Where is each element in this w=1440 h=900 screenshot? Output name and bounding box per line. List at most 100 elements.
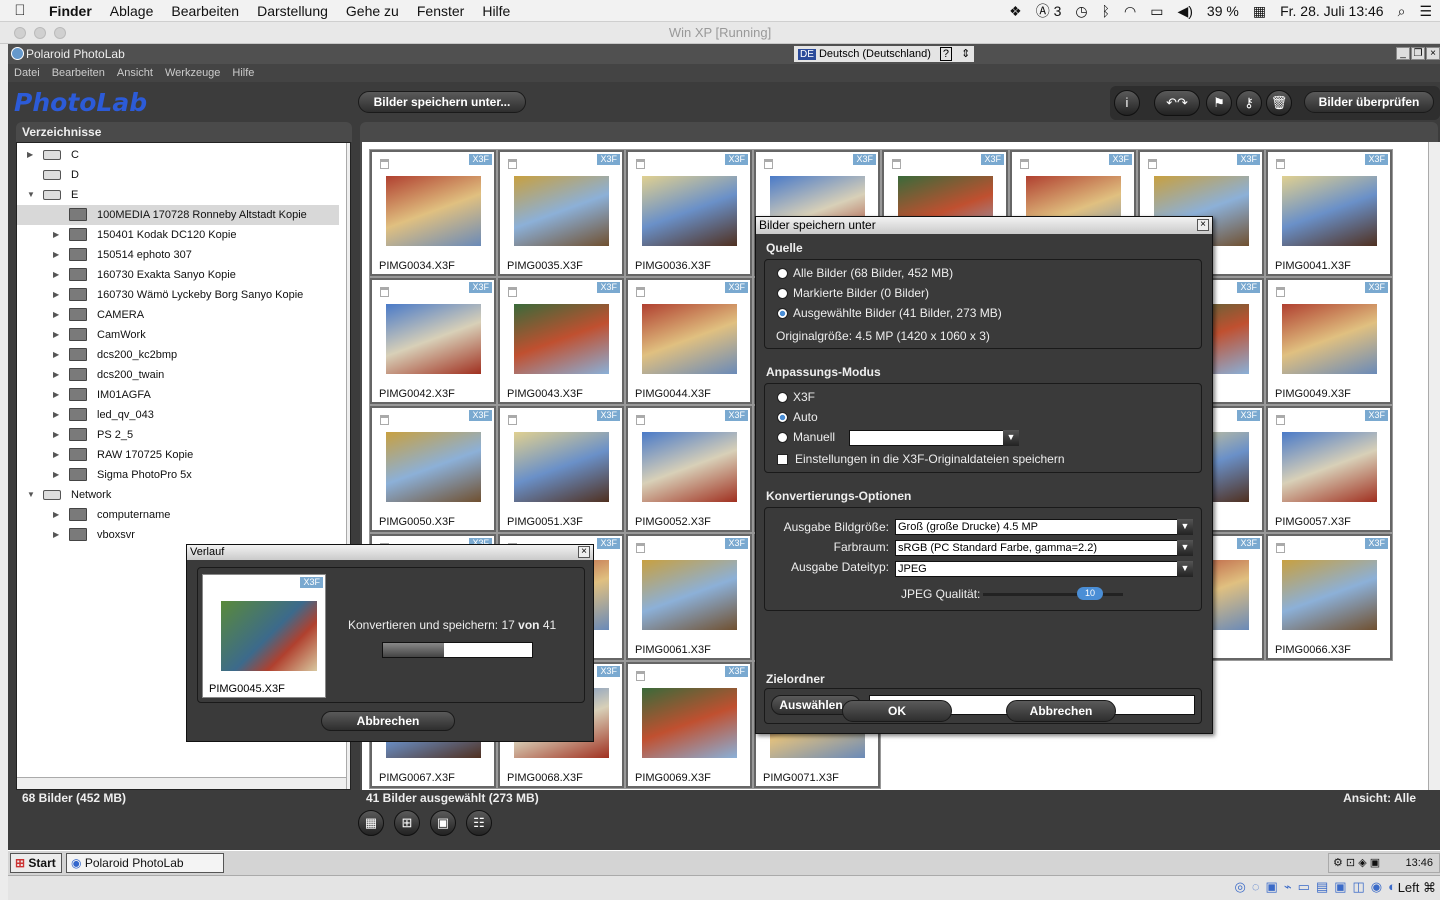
thumbnail[interactable]: X3F PIMG0035.X3F [497, 149, 625, 277]
tree-item[interactable]: ▶ 150401 Kodak DC120 Kopie [17, 225, 339, 245]
tree-item[interactable]: 100MEDIA 170728 Ronneby Altstadt Kopie [17, 205, 339, 225]
detail-view-icon[interactable]: ☷ [466, 810, 492, 836]
minimize-window-button[interactable] [34, 27, 46, 39]
expand-arrow-icon[interactable]: ▶ [27, 145, 37, 165]
mark-icon[interactable] [1276, 543, 1285, 553]
tray-clock[interactable]: 13:46 [1405, 854, 1433, 872]
tree-item[interactable]: ▶ 150514 ephoto 307 [17, 245, 339, 265]
expand-arrow-icon[interactable]: ▶ [53, 465, 63, 485]
dialog-close-icon[interactable]: × [1197, 219, 1209, 231]
expand-arrow-icon[interactable]: ▶ [53, 405, 63, 425]
taskbar-app-button[interactable]: ◉ Polaroid PhotoLab [66, 853, 224, 873]
mark-icon[interactable] [636, 671, 645, 681]
thumbnail[interactable]: X3F PIMG0034.X3F [369, 149, 497, 277]
tree-item[interactable]: ▶ dcs200_kc2bmp [17, 345, 339, 365]
vbox-device-icons[interactable]: ◎◌▣⌁▭▤▣◫◉◐ [1234, 879, 1402, 895]
menu-datei[interactable]: Datei [8, 67, 46, 79]
menu-hilfe[interactable]: Hilfe [473, 3, 519, 19]
tree-item[interactable]: ▶ PS 2_5 [17, 425, 339, 445]
info-icon[interactable]: i [1114, 90, 1140, 116]
mark-icon[interactable] [1148, 159, 1157, 169]
tree-item[interactable]: ▶ C [17, 145, 339, 165]
tree-item[interactable]: ▶ vboxsvr [17, 525, 339, 545]
thumbnail[interactable]: X3F PIMG0043.X3F [497, 277, 625, 405]
apple-menu-icon[interactable]:  [0, 2, 40, 19]
thumbnail[interactable]: X3F PIMG0057.X3F [1265, 405, 1393, 533]
menu-fenster[interactable]: Fenster [408, 3, 473, 19]
expand-arrow-icon[interactable]: ▶ [53, 265, 63, 285]
tree-item[interactable]: ▶ RAW 170725 Kopie [17, 445, 339, 465]
menu-gehe-zu[interactable]: Gehe zu [337, 3, 408, 19]
lang-options-icon[interactable]: ⇕ [961, 48, 970, 60]
thumbnail[interactable]: X3F PIMG0051.X3F [497, 405, 625, 533]
mark-icon[interactable] [508, 287, 517, 297]
adobe-icon[interactable]: Ⓐ 3 [1036, 1, 1062, 21]
thumbnail[interactable]: X3F PIMG0061.X3F [625, 533, 753, 661]
source-marked-radio[interactable] [777, 288, 788, 299]
menu-ansicht[interactable]: Ansicht [111, 67, 159, 79]
mark-icon[interactable] [892, 159, 901, 169]
mode-auto-radio[interactable] [777, 412, 788, 423]
expand-arrow-icon[interactable]: ▶ [53, 245, 63, 265]
save-as-button[interactable]: Bilder speichern unter... [358, 91, 526, 113]
tree-item[interactable]: ▶ Sigma PhotoPro 5x [17, 465, 339, 485]
expand-arrow-icon[interactable]: ▶ [53, 445, 63, 465]
restore-icon[interactable]: ❐ [1411, 47, 1425, 60]
thumbnail[interactable]: X3F PIMG0050.X3F [369, 405, 497, 533]
mark-icon[interactable] [636, 287, 645, 297]
menubar-clock[interactable]: Fr. 28. Juli 13:46 [1280, 3, 1384, 19]
expand-arrow-icon[interactable]: ▶ [53, 525, 63, 545]
zoom-window-button[interactable] [54, 27, 66, 39]
notification-center-icon[interactable]: ☰ [1419, 3, 1432, 20]
thumbnail[interactable]: X3F PIMG0052.X3F [625, 405, 753, 533]
filetype-select[interactable]: JPEG ▼ [895, 561, 1193, 577]
trash-icon[interactable]: 🗑 [1266, 90, 1292, 116]
mark-icon[interactable] [1020, 159, 1029, 169]
mark-icon[interactable] [380, 159, 389, 169]
mark-icon[interactable] [380, 287, 389, 297]
help-icon[interactable]: ? [939, 47, 953, 61]
airplay-icon[interactable]: ▭ [1150, 3, 1163, 20]
tray-icons[interactable]: ⚙ ⊡ ◈ ▣ [1333, 857, 1380, 869]
grid-small-icon[interactable]: ▦ [358, 810, 384, 836]
tree-item[interactable]: ▶ dcs200_twain [17, 365, 339, 385]
thumbnail[interactable]: X3F PIMG0066.X3F [1265, 533, 1393, 661]
expand-arrow-icon[interactable]: ▶ [53, 385, 63, 405]
expand-arrow-icon[interactable]: ▶ [53, 365, 63, 385]
expand-arrow-icon[interactable]: ▶ [53, 285, 63, 305]
single-view-icon[interactable]: ▣ [430, 810, 456, 836]
mark-icon[interactable] [380, 415, 389, 425]
mark-icon[interactable] [764, 159, 773, 169]
jpeg-quality-thumb[interactable]: 10 [1077, 587, 1103, 600]
thumbnail[interactable]: X3F PIMG0069.X3F [625, 661, 753, 789]
thumbnail[interactable]: X3F PIMG0044.X3F [625, 277, 753, 405]
tree-item[interactable]: ▶ led_qv_043 [17, 405, 339, 425]
expand-arrow-icon[interactable]: ▶ [53, 305, 63, 325]
expand-arrow-icon[interactable]: ▶ [53, 325, 63, 345]
expand-arrow-icon[interactable]: ▼ [27, 485, 37, 505]
tree-item[interactable]: ▼ E [17, 185, 339, 205]
tree-item[interactable]: ▶ IM01AGFA [17, 385, 339, 405]
expand-arrow-icon[interactable]: ▶ [53, 225, 63, 245]
expand-arrow-icon[interactable]: ▼ [27, 185, 37, 205]
mark-icon[interactable] [1276, 287, 1285, 297]
menu-ablage[interactable]: Ablage [101, 3, 163, 19]
colorspace-select[interactable]: sRGB (PC Standard Farbe, gamma=2.2) ▼ [895, 540, 1193, 556]
grid-large-icon[interactable]: ⊞ [394, 810, 420, 836]
language-bar[interactable]: DE Deutsch (Deutschland) ? ⇕ [794, 46, 975, 62]
menu-bearbeiten[interactable]: Bearbeiten [162, 3, 248, 19]
bluetooth-icon[interactable]: ᛒ [1102, 3, 1110, 19]
expand-arrow-icon[interactable]: ▶ [53, 505, 63, 525]
output-size-select[interactable]: Groß (große Drucke) 4.5 MP ▼ [895, 519, 1193, 535]
tree-item[interactable]: D [17, 165, 339, 185]
ok-button[interactable]: OK [842, 700, 952, 722]
rotate-icon[interactable]: ↶↷ [1154, 90, 1200, 116]
menu-darstellung[interactable]: Darstellung [248, 3, 337, 19]
progress-close-icon[interactable]: × [578, 546, 590, 558]
source-all-radio[interactable] [777, 268, 788, 279]
tree-item[interactable]: ▶ computername [17, 505, 339, 525]
thumbnail[interactable]: X3F PIMG0036.X3F [625, 149, 753, 277]
mark-icon[interactable] [508, 159, 517, 169]
time-machine-icon[interactable]: ◷ [1075, 3, 1087, 20]
menu-hilfe-app[interactable]: Hilfe [226, 67, 260, 79]
